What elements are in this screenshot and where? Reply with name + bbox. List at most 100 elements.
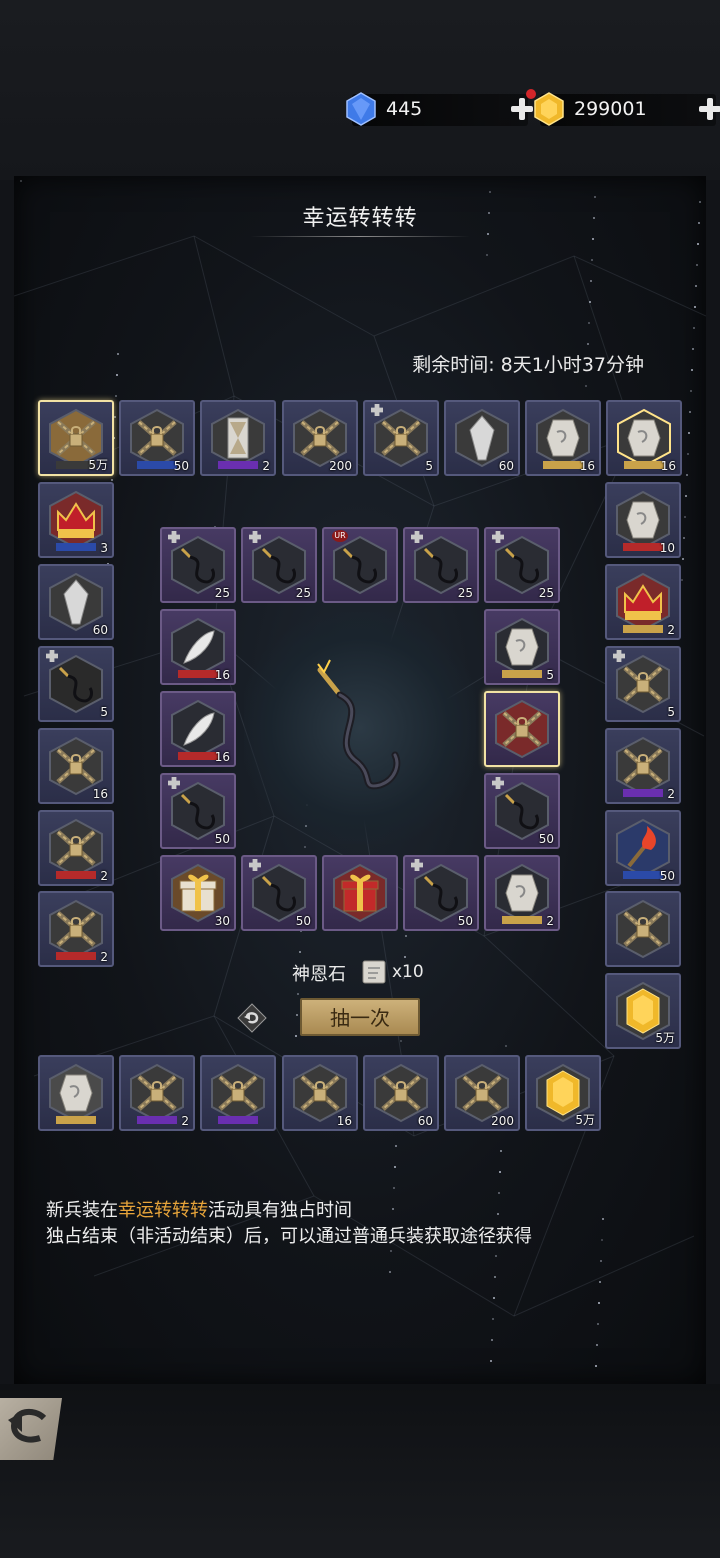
prize-tile[interactable]: 50 xyxy=(119,400,195,476)
prize-tile[interactable]: 2 xyxy=(38,891,114,967)
star xyxy=(404,956,406,958)
item-quantity: 25 xyxy=(538,586,554,600)
star xyxy=(684,516,686,518)
prize-tile[interactable] xyxy=(200,1055,276,1131)
inner-prize-tile[interactable] xyxy=(322,855,398,931)
item-quantity: 16 xyxy=(214,750,230,764)
blue-gem-counter: 445 xyxy=(346,89,536,126)
star xyxy=(690,390,692,392)
rarity-stripe xyxy=(218,1116,258,1124)
item-quantity: 2 xyxy=(667,623,675,637)
prize-tile[interactable]: 2 xyxy=(605,564,681,640)
star xyxy=(595,1365,597,1367)
prize-tile[interactable]: 2 xyxy=(200,400,276,476)
prize-tile[interactable]: 5万 xyxy=(38,400,114,476)
prize-tile[interactable]: 2 xyxy=(38,810,114,886)
inner-prize-tile[interactable]: 25 xyxy=(241,527,317,603)
inner-prize-tile[interactable]: 25 xyxy=(403,527,479,603)
inner-prize-tile[interactable] xyxy=(484,691,560,767)
prize-tile[interactable]: 60 xyxy=(444,400,520,476)
prize-tile[interactable]: 200 xyxy=(282,400,358,476)
prize-tile[interactable]: 200 xyxy=(444,1055,520,1131)
item-quantity: 2 xyxy=(262,459,270,473)
star xyxy=(596,1344,598,1346)
chained-lock-icon xyxy=(616,654,670,714)
prize-tile[interactable]: 5万 xyxy=(605,973,681,1049)
prize-tile[interactable]: 5 xyxy=(363,400,439,476)
prize-tile[interactable]: 60 xyxy=(363,1055,439,1131)
featured-whip-icon xyxy=(317,659,401,790)
inner-prize-tile[interactable]: 5 xyxy=(484,609,560,685)
item-quantity: 16 xyxy=(336,1114,352,1128)
rarity-stripe xyxy=(56,952,96,960)
inner-prize-tile[interactable]: 30 xyxy=(160,855,236,931)
star xyxy=(500,1150,502,1152)
inner-prize-tile[interactable]: 50 xyxy=(241,855,317,931)
inner-prize-tile[interactable]: 16 xyxy=(160,609,236,685)
star xyxy=(693,327,695,329)
inner-prize-tile[interactable]: 50 xyxy=(403,855,479,931)
star xyxy=(589,301,591,303)
item-quantity: 50 xyxy=(214,832,230,846)
reset-icon[interactable] xyxy=(236,1002,268,1034)
item-quantity: 5 xyxy=(425,459,433,473)
prize-tile[interactable]: 16 xyxy=(38,728,114,804)
title-divider xyxy=(250,236,470,237)
item-quantity: 16 xyxy=(660,459,676,473)
star xyxy=(115,395,117,397)
blue-gem-value: 445 xyxy=(386,98,423,120)
prize-tile[interactable]: 3 xyxy=(38,482,114,558)
star xyxy=(394,1166,396,1168)
item-quantity: 25 xyxy=(295,586,311,600)
inner-prize-tile[interactable]: UR xyxy=(322,527,398,603)
prize-tile[interactable] xyxy=(605,891,681,967)
inner-prize-tile[interactable]: 25 xyxy=(160,527,236,603)
prize-tile[interactable]: 16 xyxy=(525,400,601,476)
prize-tile[interactable]: 2 xyxy=(605,728,681,804)
prize-tile[interactable]: 16 xyxy=(282,1055,358,1131)
prize-tile[interactable]: 16 xyxy=(606,400,682,476)
inner-prize-tile[interactable]: 50 xyxy=(484,773,560,849)
chained-crimson-icon xyxy=(495,699,549,759)
red-gift-box-icon xyxy=(333,863,387,923)
star xyxy=(695,285,697,287)
star xyxy=(592,238,594,240)
star xyxy=(389,1271,391,1273)
bottom-bar xyxy=(0,1384,720,1558)
whip-icon xyxy=(333,535,387,595)
back-button[interactable] xyxy=(0,1398,62,1460)
prize-tile[interactable]: 5 xyxy=(38,646,114,722)
notes-line-2: 独占结束（非活动结束）后，可以通过普通兵装获取途径获得 xyxy=(46,1226,532,1247)
item-quantity: 2 xyxy=(100,950,108,964)
rarity-stripe xyxy=(623,543,663,551)
rarity-stripe xyxy=(56,1116,96,1124)
prize-tile[interactable]: 60 xyxy=(38,564,114,640)
event-name-highlight: 幸运转转转 xyxy=(118,1200,208,1221)
prize-tile[interactable]: 5 xyxy=(605,646,681,722)
item-quantity: 50 xyxy=(457,914,473,928)
prize-tile[interactable]: 50 xyxy=(605,810,681,886)
star xyxy=(682,558,684,560)
star xyxy=(393,1187,395,1189)
inner-prize-tile[interactable]: 16 xyxy=(160,691,236,767)
add-gold-crystal-button[interactable] xyxy=(698,97,720,121)
draw-once-button[interactable]: 抽一次 xyxy=(300,998,420,1036)
ur-badge-icon: UR xyxy=(332,530,348,542)
whip-icon xyxy=(49,654,103,714)
prize-tile[interactable]: 10 xyxy=(605,482,681,558)
inner-prize-tile[interactable]: 2 xyxy=(484,855,560,931)
item-quantity: 50 xyxy=(538,832,554,846)
prize-tile[interactable] xyxy=(38,1055,114,1131)
star xyxy=(116,374,118,376)
add-blue-gem-button[interactable] xyxy=(510,89,536,121)
star xyxy=(117,353,119,355)
item-quantity: 60 xyxy=(92,623,108,637)
star xyxy=(600,1260,602,1262)
gold-crystal-counter: 299001 xyxy=(534,92,720,126)
prize-tile[interactable]: 5万 xyxy=(525,1055,601,1131)
prize-tile[interactable]: 2 xyxy=(119,1055,195,1131)
item-quantity: 2 xyxy=(667,787,675,801)
inner-prize-tile[interactable]: 25 xyxy=(484,527,560,603)
star xyxy=(686,474,688,476)
inner-prize-tile[interactable]: 50 xyxy=(160,773,236,849)
